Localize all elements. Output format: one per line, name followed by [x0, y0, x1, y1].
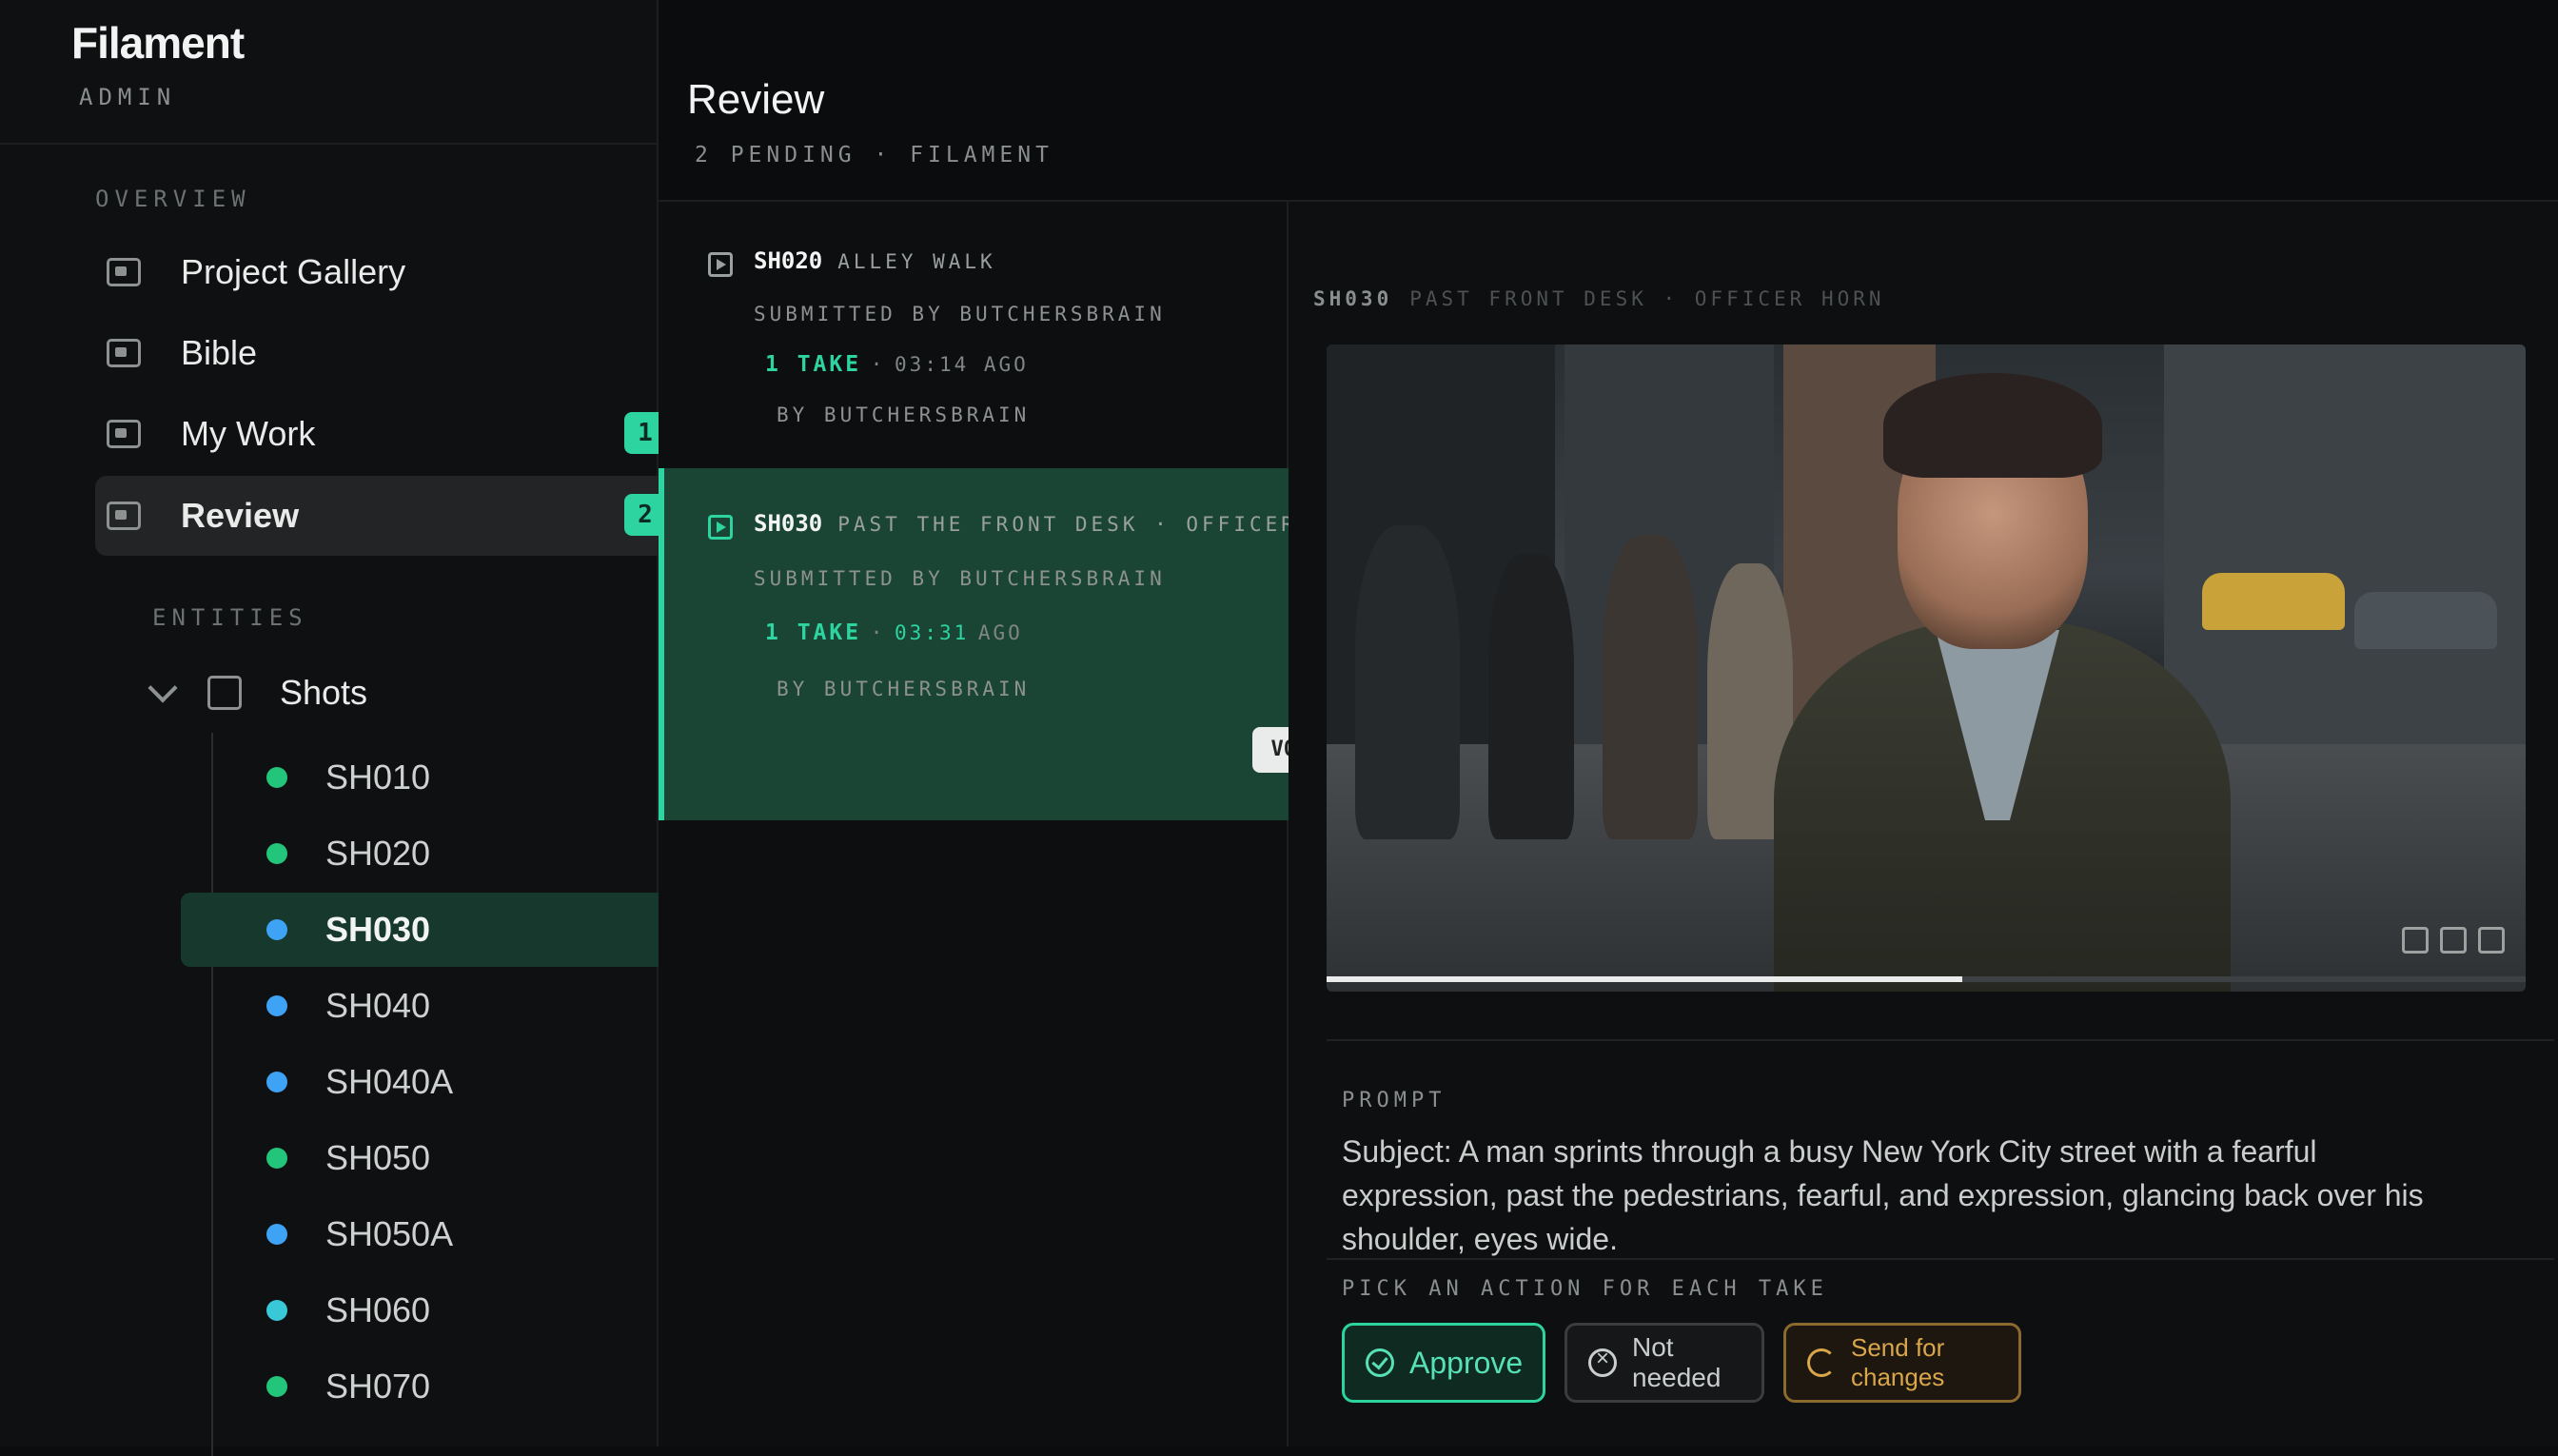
- sidebar-item-project-gallery[interactable]: Project Gallery: [95, 232, 704, 312]
- review-detail: SH030 PAST FRONT DESK · OFFICER HORN PRO…: [1289, 202, 2558, 1446]
- shot-name: SH040: [325, 986, 431, 1025]
- review-queue: SH020 ALLEY WALK SUBMITTED BY BUTCHERSBRA…: [659, 202, 1387, 1446]
- app-role: ADMIN: [79, 84, 177, 110]
- time-suffix: AGO: [977, 621, 1023, 644]
- action-label: PICK AN ACTION FOR EACH TAKE: [1342, 1277, 1828, 1301]
- check-circle-icon: [1366, 1348, 1394, 1377]
- shots-icon: [207, 676, 242, 710]
- sidebar-item-label: Bible: [181, 333, 258, 372]
- shots-group-label: Shots: [280, 673, 368, 712]
- not-needed-label: Not needed: [1632, 1332, 1722, 1392]
- review-play-icon: [107, 502, 141, 530]
- not-needed-button[interactable]: Not needed: [1564, 1323, 1764, 1403]
- video-frame-part: [1355, 525, 1460, 839]
- queue-take-line: 1 TAKE · 03:31 AGO: [765, 620, 1023, 645]
- queue-submitted: SUBMITTED BY BUTCHERSBRAIN: [754, 303, 1166, 325]
- approve-button[interactable]: Approve: [1342, 1323, 1545, 1403]
- shot-name: SH050: [325, 1138, 431, 1177]
- take-count: 1 TAKE: [765, 620, 862, 645]
- separator: ·: [870, 621, 886, 644]
- approve-label: Approve: [1409, 1345, 1524, 1380]
- time-ago: 03:31: [895, 621, 970, 644]
- volume-icon[interactable]: [2402, 927, 2429, 954]
- video-progress-fill: [1327, 976, 1962, 982]
- video-frame-part: [2202, 573, 2345, 630]
- overview-label: OVERVIEW: [95, 186, 251, 212]
- queue-shot-id: SH020: [754, 247, 823, 274]
- video-frame-part: [2354, 592, 2497, 649]
- chevron-down-icon[interactable]: [148, 673, 178, 703]
- shot-name: SH020: [325, 834, 431, 873]
- entities-label: ENTITIES: [152, 604, 308, 631]
- take-count: 1 TAKE: [765, 352, 862, 377]
- prompt-label: PROMPT: [1342, 1089, 1446, 1112]
- sidebar-item-label: Review: [181, 496, 300, 535]
- detail-shot-title: PAST FRONT DESK · OFFICER HORN: [1409, 287, 1885, 310]
- brand: Filament ADMIN: [71, 17, 245, 110]
- queue-card-sh020[interactable]: SH020 ALLEY WALK SUBMITTED BY BUTCHERSBRA…: [659, 202, 1382, 459]
- queue-card-heading: SH030 PAST THE FRONT DESK · OFFICER HORN: [708, 510, 1376, 540]
- separator: ·: [870, 353, 886, 376]
- status-dot: [266, 919, 287, 940]
- gallery-icon: [107, 258, 141, 286]
- queue-shot-id: SH030: [754, 510, 823, 537]
- shot-name: SH050A: [325, 1214, 454, 1253]
- time-ago: 03:14 AGO: [895, 353, 1029, 376]
- detail-shot-id: SH030: [1313, 287, 1393, 310]
- sidebar-item-review[interactable]: Review 2: [95, 476, 704, 556]
- sidebar: Filament ADMIN OVERVIEW Project Gallery …: [0, 0, 761, 1456]
- queue-card-sh030[interactable]: SH030 PAST THE FRONT DESK · OFFICER HORN …: [659, 468, 1387, 820]
- page-title: Review: [687, 76, 825, 123]
- detail-caption: SH030 PAST FRONT DESK · OFFICER HORN: [1313, 287, 1885, 310]
- status-dot: [266, 1300, 287, 1321]
- video-frame-part: [1488, 554, 1574, 839]
- divider: [1327, 1039, 2554, 1041]
- queue-shot-title: ALLEY WALK: [837, 250, 996, 273]
- divider: [0, 143, 657, 145]
- queue-submitted: SUBMITTED BY BUTCHERSBRAIN: [754, 567, 1166, 590]
- status-dot: [266, 843, 287, 864]
- fullscreen-icon[interactable]: [2478, 927, 2505, 954]
- shot-name: SH040A: [325, 1062, 454, 1101]
- review-header: Review 2 PENDING · FILAMENT: [659, 0, 2558, 202]
- video-frame-part: [1883, 373, 2102, 478]
- queue-by: BY BUTCHERSBRAIN: [777, 678, 1031, 700]
- edit-icon: [107, 420, 141, 448]
- status-dot: [266, 767, 287, 788]
- sidebar-item-label: My Work: [181, 414, 316, 453]
- prompt-text: Subject: A man sprints through a busy Ne…: [1342, 1134, 2424, 1256]
- play-icon: [708, 251, 733, 277]
- queue-by: BY BUTCHERSBRAIN: [777, 403, 1031, 426]
- send-for-changes-label: Send for changes: [1851, 1333, 1945, 1391]
- send-for-changes-button[interactable]: Send for changes: [1783, 1323, 2021, 1403]
- queue-card-heading: SH020 ALLEY WALK: [708, 247, 996, 277]
- sidebar-item-my-work[interactable]: My Work 1: [95, 394, 704, 474]
- play-icon: [708, 514, 733, 540]
- book-icon: [107, 339, 141, 367]
- status-dot: [266, 1148, 287, 1169]
- x-circle-icon: [1588, 1346, 1617, 1377]
- video-frame-part: [2164, 344, 2526, 744]
- status-dot: [266, 1072, 287, 1092]
- status-dot: [266, 1376, 287, 1397]
- sidebar-item-label: Project Gallery: [181, 252, 406, 291]
- shot-name: SH030: [325, 910, 431, 949]
- shot-name: SH010: [325, 758, 431, 797]
- video-frame-part: [1603, 535, 1698, 839]
- shot-name: SH070: [325, 1367, 431, 1406]
- settings-icon[interactable]: [2440, 927, 2467, 954]
- app-name: Filament: [71, 18, 245, 68]
- status-dot: [266, 1224, 287, 1245]
- queue-take-line: 1 TAKE · 03:14 AGO: [765, 352, 1029, 377]
- sidebar-item-bible[interactable]: Bible: [95, 313, 704, 393]
- divider: [1327, 1258, 2554, 1260]
- shot-name: SH060: [325, 1290, 431, 1329]
- refresh-icon: [1807, 1348, 1836, 1377]
- shots-group-toggle[interactable]: Shots 30: [148, 659, 723, 726]
- status-dot: [266, 995, 287, 1016]
- video-player[interactable]: [1327, 344, 2526, 992]
- page-subtitle: 2 PENDING · FILAMENT: [695, 143, 1053, 167]
- app-window: Filament ADMIN OVERVIEW Project Gallery …: [0, 0, 2558, 1456]
